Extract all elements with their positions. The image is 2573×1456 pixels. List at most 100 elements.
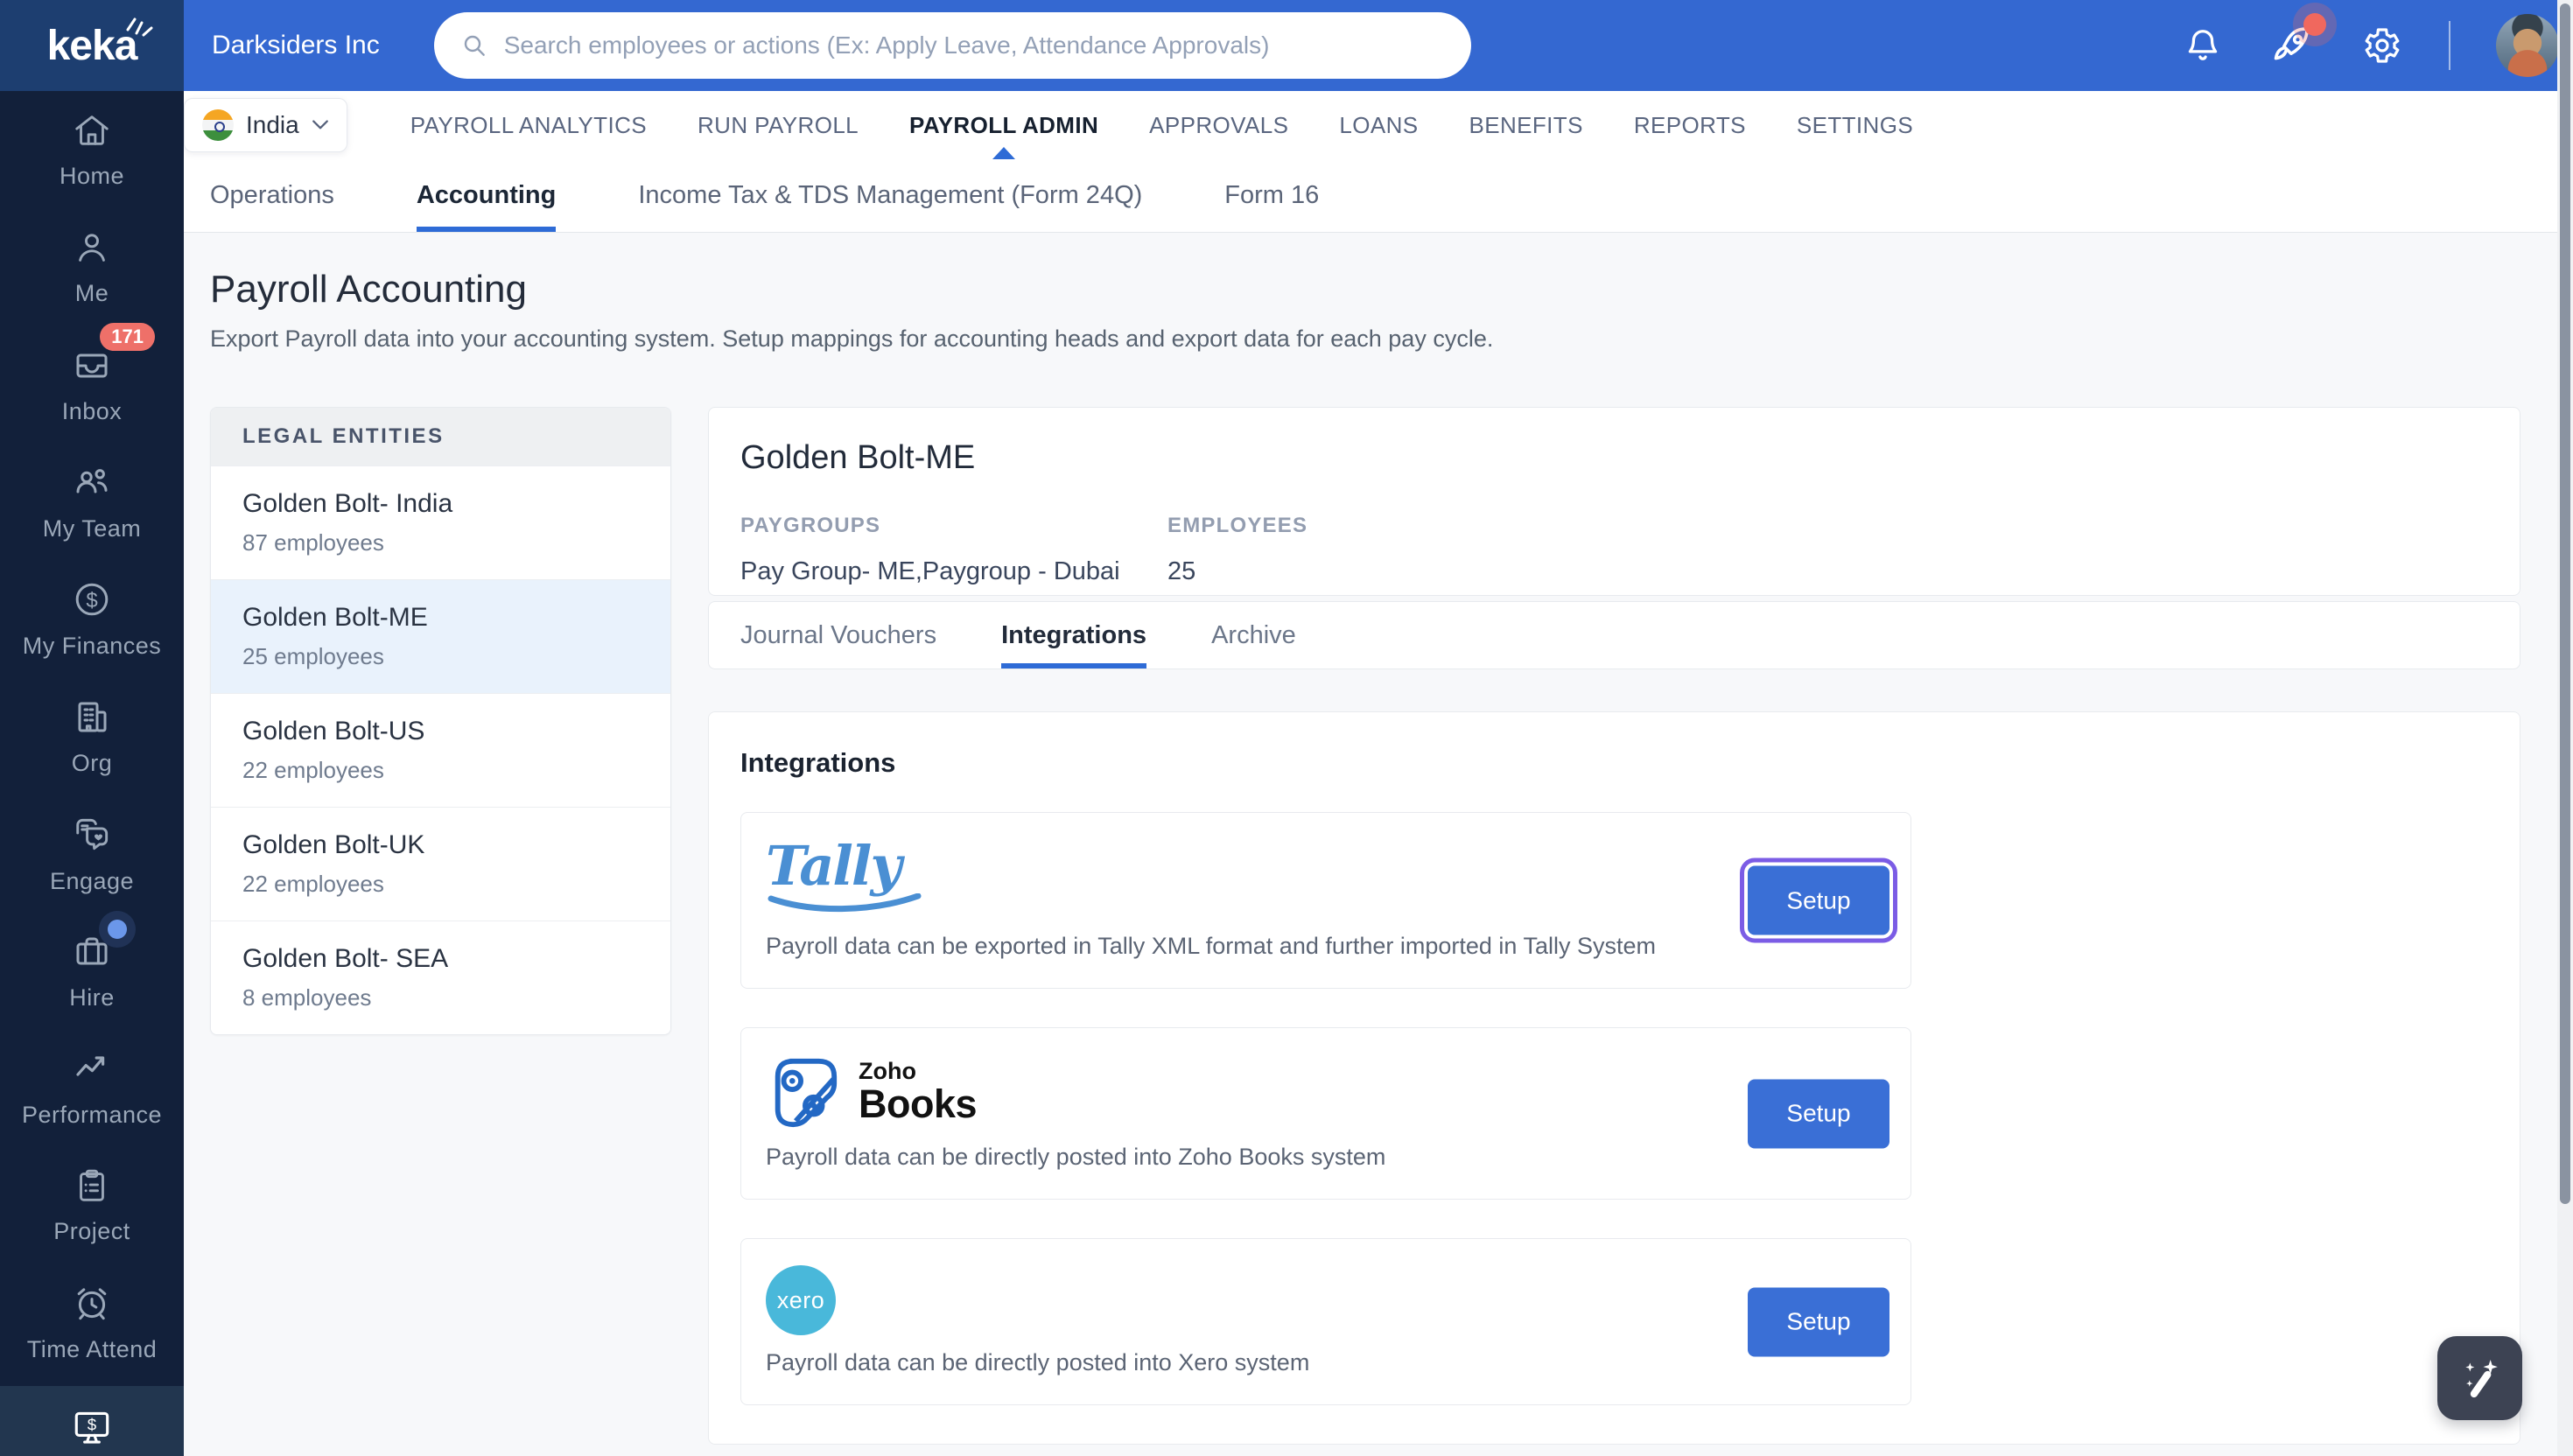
integrations-heading: Integrations: [740, 747, 896, 778]
page-subtitle: Export Payroll data into your accounting…: [210, 326, 1494, 352]
nav-run-payroll[interactable]: RUN PAYROLL: [698, 91, 859, 159]
settings-gear-icon[interactable]: [2361, 24, 2403, 66]
legal-entity-name: Golden Bolt-ME: [242, 603, 428, 632]
scrollbar-thumb[interactable]: [2560, 4, 2570, 1204]
integration-card-xero: xero Payroll data can be directly posted…: [740, 1238, 1911, 1405]
sidebar-item-label: My Team: [42, 514, 142, 542]
search-icon: [464, 35, 485, 56]
sidebar-item-me[interactable]: Me: [0, 208, 184, 326]
country-selector[interactable]: India: [184, 98, 347, 152]
whats-new-rocket-icon[interactable]: [2268, 13, 2326, 69]
integration-description: Payroll data can be exported in Tally XM…: [766, 933, 1656, 959]
topbar-divider: [2449, 21, 2450, 70]
app-sidebar: Home Me 171 Inbox My Team $ My Finances …: [0, 91, 184, 1456]
nav-payroll-admin[interactable]: PAYROLL ADMIN: [909, 91, 1098, 159]
global-search[interactable]: [433, 12, 1471, 79]
briefcase-icon: [71, 919, 127, 972]
country-selector-label: India: [246, 111, 299, 138]
integrations-panel: Integrations Tally Payroll data can be e…: [708, 711, 2520, 1445]
sidebar-item-time-attend[interactable]: Time Attend: [0, 1264, 184, 1381]
legal-entity-row[interactable]: Golden Bolt- SEA 8 employees: [211, 920, 670, 1034]
legal-entity-employees: 22 employees: [242, 871, 384, 897]
india-flag-icon: [202, 109, 234, 141]
dollar-circle-icon: $: [71, 578, 113, 620]
integration-description: Payroll data can be directly posted into…: [766, 1349, 1310, 1376]
sidebar-item-label: My Finances: [22, 632, 162, 659]
nav-approvals[interactable]: APPROVALS: [1149, 91, 1288, 159]
sidebar-item-label: Project: [53, 1217, 130, 1244]
integration-card-zoho-books: Zoho Books Payroll data can be directly …: [740, 1027, 1911, 1200]
sidebar-item-label: Time Attend: [26, 1335, 158, 1362]
integration-card-tally: Tally Payroll data can be exported in Ta…: [740, 812, 1911, 989]
tab-integrations[interactable]: Integrations: [1001, 602, 1146, 668]
clipboard-icon: [72, 1166, 112, 1206]
nav-benefits[interactable]: BENEFITS: [1469, 91, 1583, 159]
keka-logo[interactable]: keka: [0, 0, 184, 91]
nav-reports[interactable]: REPORTS: [1634, 91, 1746, 159]
subtab-income-tax-tds[interactable]: Income Tax & TDS Management (Form 24Q): [638, 159, 1142, 232]
hire-notification-dot: [108, 919, 127, 939]
rocket-notification-dot: [2303, 13, 2326, 36]
sidebar-item-home[interactable]: Home: [0, 91, 184, 208]
subtab-operations[interactable]: Operations: [210, 159, 334, 232]
main-area: India PAYROLL ANALYTICS RUN PAYROLL PAYR…: [184, 91, 2573, 1456]
legal-entity-employees: 8 employees: [242, 984, 372, 1011]
sidebar-item-label: Performance: [21, 1101, 163, 1128]
legal-entity-row[interactable]: Golden Bolt- India 87 employees: [211, 466, 670, 579]
person-icon: [72, 228, 112, 268]
paygroups-value: Pay Group- ME,Paygroup - Dubai: [740, 557, 1120, 585]
sidebar-item-label: Hire: [69, 984, 115, 1011]
sidebar-item-hire[interactable]: Hire: [0, 912, 184, 1029]
employees-value: 25: [1167, 557, 1196, 585]
module-nav: PAYROLL ANALYTICS RUN PAYROLL PAYROLL AD…: [410, 91, 1913, 159]
search-input[interactable]: [503, 32, 1445, 60]
building-icon: [71, 696, 113, 738]
sidebar-item-inbox[interactable]: 171 Inbox: [0, 322, 184, 443]
sidebar-item-engage[interactable]: Engage: [0, 794, 184, 912]
legal-entity-row[interactable]: Golden Bolt-UK 22 employees: [211, 807, 670, 920]
legal-entity-row[interactable]: Golden Bolt-US 22 employees: [211, 693, 670, 807]
subtab-accounting[interactable]: Accounting: [416, 159, 556, 232]
entity-detail-column: Golden Bolt-ME PAYGROUPS Pay Group- ME,P…: [708, 407, 2520, 1445]
sidebar-item-label: Home: [59, 162, 125, 189]
sidebar-item-label: Me: [74, 279, 109, 306]
alarm-clock-icon: [71, 1282, 113, 1324]
page-content: Payroll Accounting Export Payroll data i…: [184, 233, 2573, 1456]
home-icon: [72, 110, 112, 150]
tab-archive[interactable]: Archive: [1211, 602, 1296, 668]
nav-payroll-analytics[interactable]: PAYROLL ANALYTICS: [410, 91, 647, 159]
sidebar-item-my-team[interactable]: My Team: [0, 443, 184, 560]
zoho-books-setup-button[interactable]: Setup: [1748, 1079, 1889, 1148]
sidebar-item-performance[interactable]: Performance: [0, 1029, 184, 1146]
legal-entity-row-selected[interactable]: Golden Bolt-ME 25 employees: [211, 579, 670, 693]
sidebar-item-label: Org: [71, 749, 113, 776]
tally-setup-button[interactable]: Setup: [1740, 858, 1897, 943]
sidebar-item-project[interactable]: Project: [0, 1146, 184, 1264]
top-bar: keka Darksiders Inc: [0, 0, 2573, 91]
sidebar-item-org[interactable]: Org: [0, 677, 184, 794]
entity-title: Golden Bolt-ME: [740, 439, 976, 476]
legal-entity-name: Golden Bolt-UK: [242, 830, 425, 859]
sidebar-item-label: Engage: [49, 867, 135, 894]
legal-entities-header: LEGAL ENTITIES: [211, 408, 670, 466]
sidebar-item-payroll[interactable]: $: [0, 1386, 184, 1456]
page-title: Payroll Accounting: [210, 268, 527, 311]
tab-journal-vouchers[interactable]: Journal Vouchers: [740, 602, 936, 668]
trend-arrow-icon: [71, 1047, 113, 1089]
xero-setup-button[interactable]: Setup: [1748, 1287, 1889, 1356]
zoho-books-icon: [775, 1058, 838, 1128]
sidebar-item-my-finances[interactable]: $ My Finances: [0, 560, 184, 677]
integration-description: Payroll data can be directly posted into…: [766, 1144, 1386, 1170]
magic-wand-fab[interactable]: [2437, 1336, 2522, 1420]
page-scrollbar[interactable]: [2557, 0, 2573, 1456]
nav-loans[interactable]: LOANS: [1339, 91, 1418, 159]
chat-bubbles-heart-icon: [70, 812, 114, 856]
tally-logo: Tally: [766, 839, 923, 919]
user-avatar[interactable]: [2496, 14, 2559, 77]
legal-entity-employees: 25 employees: [242, 643, 384, 669]
notifications-bell-icon[interactable]: [2183, 25, 2223, 66]
nav-settings[interactable]: SETTINGS: [1797, 91, 1913, 159]
magic-wand-icon: [2464, 1360, 2498, 1398]
subtab-form-16[interactable]: Form 16: [1224, 159, 1319, 232]
topbar-actions: [2183, 13, 2573, 77]
